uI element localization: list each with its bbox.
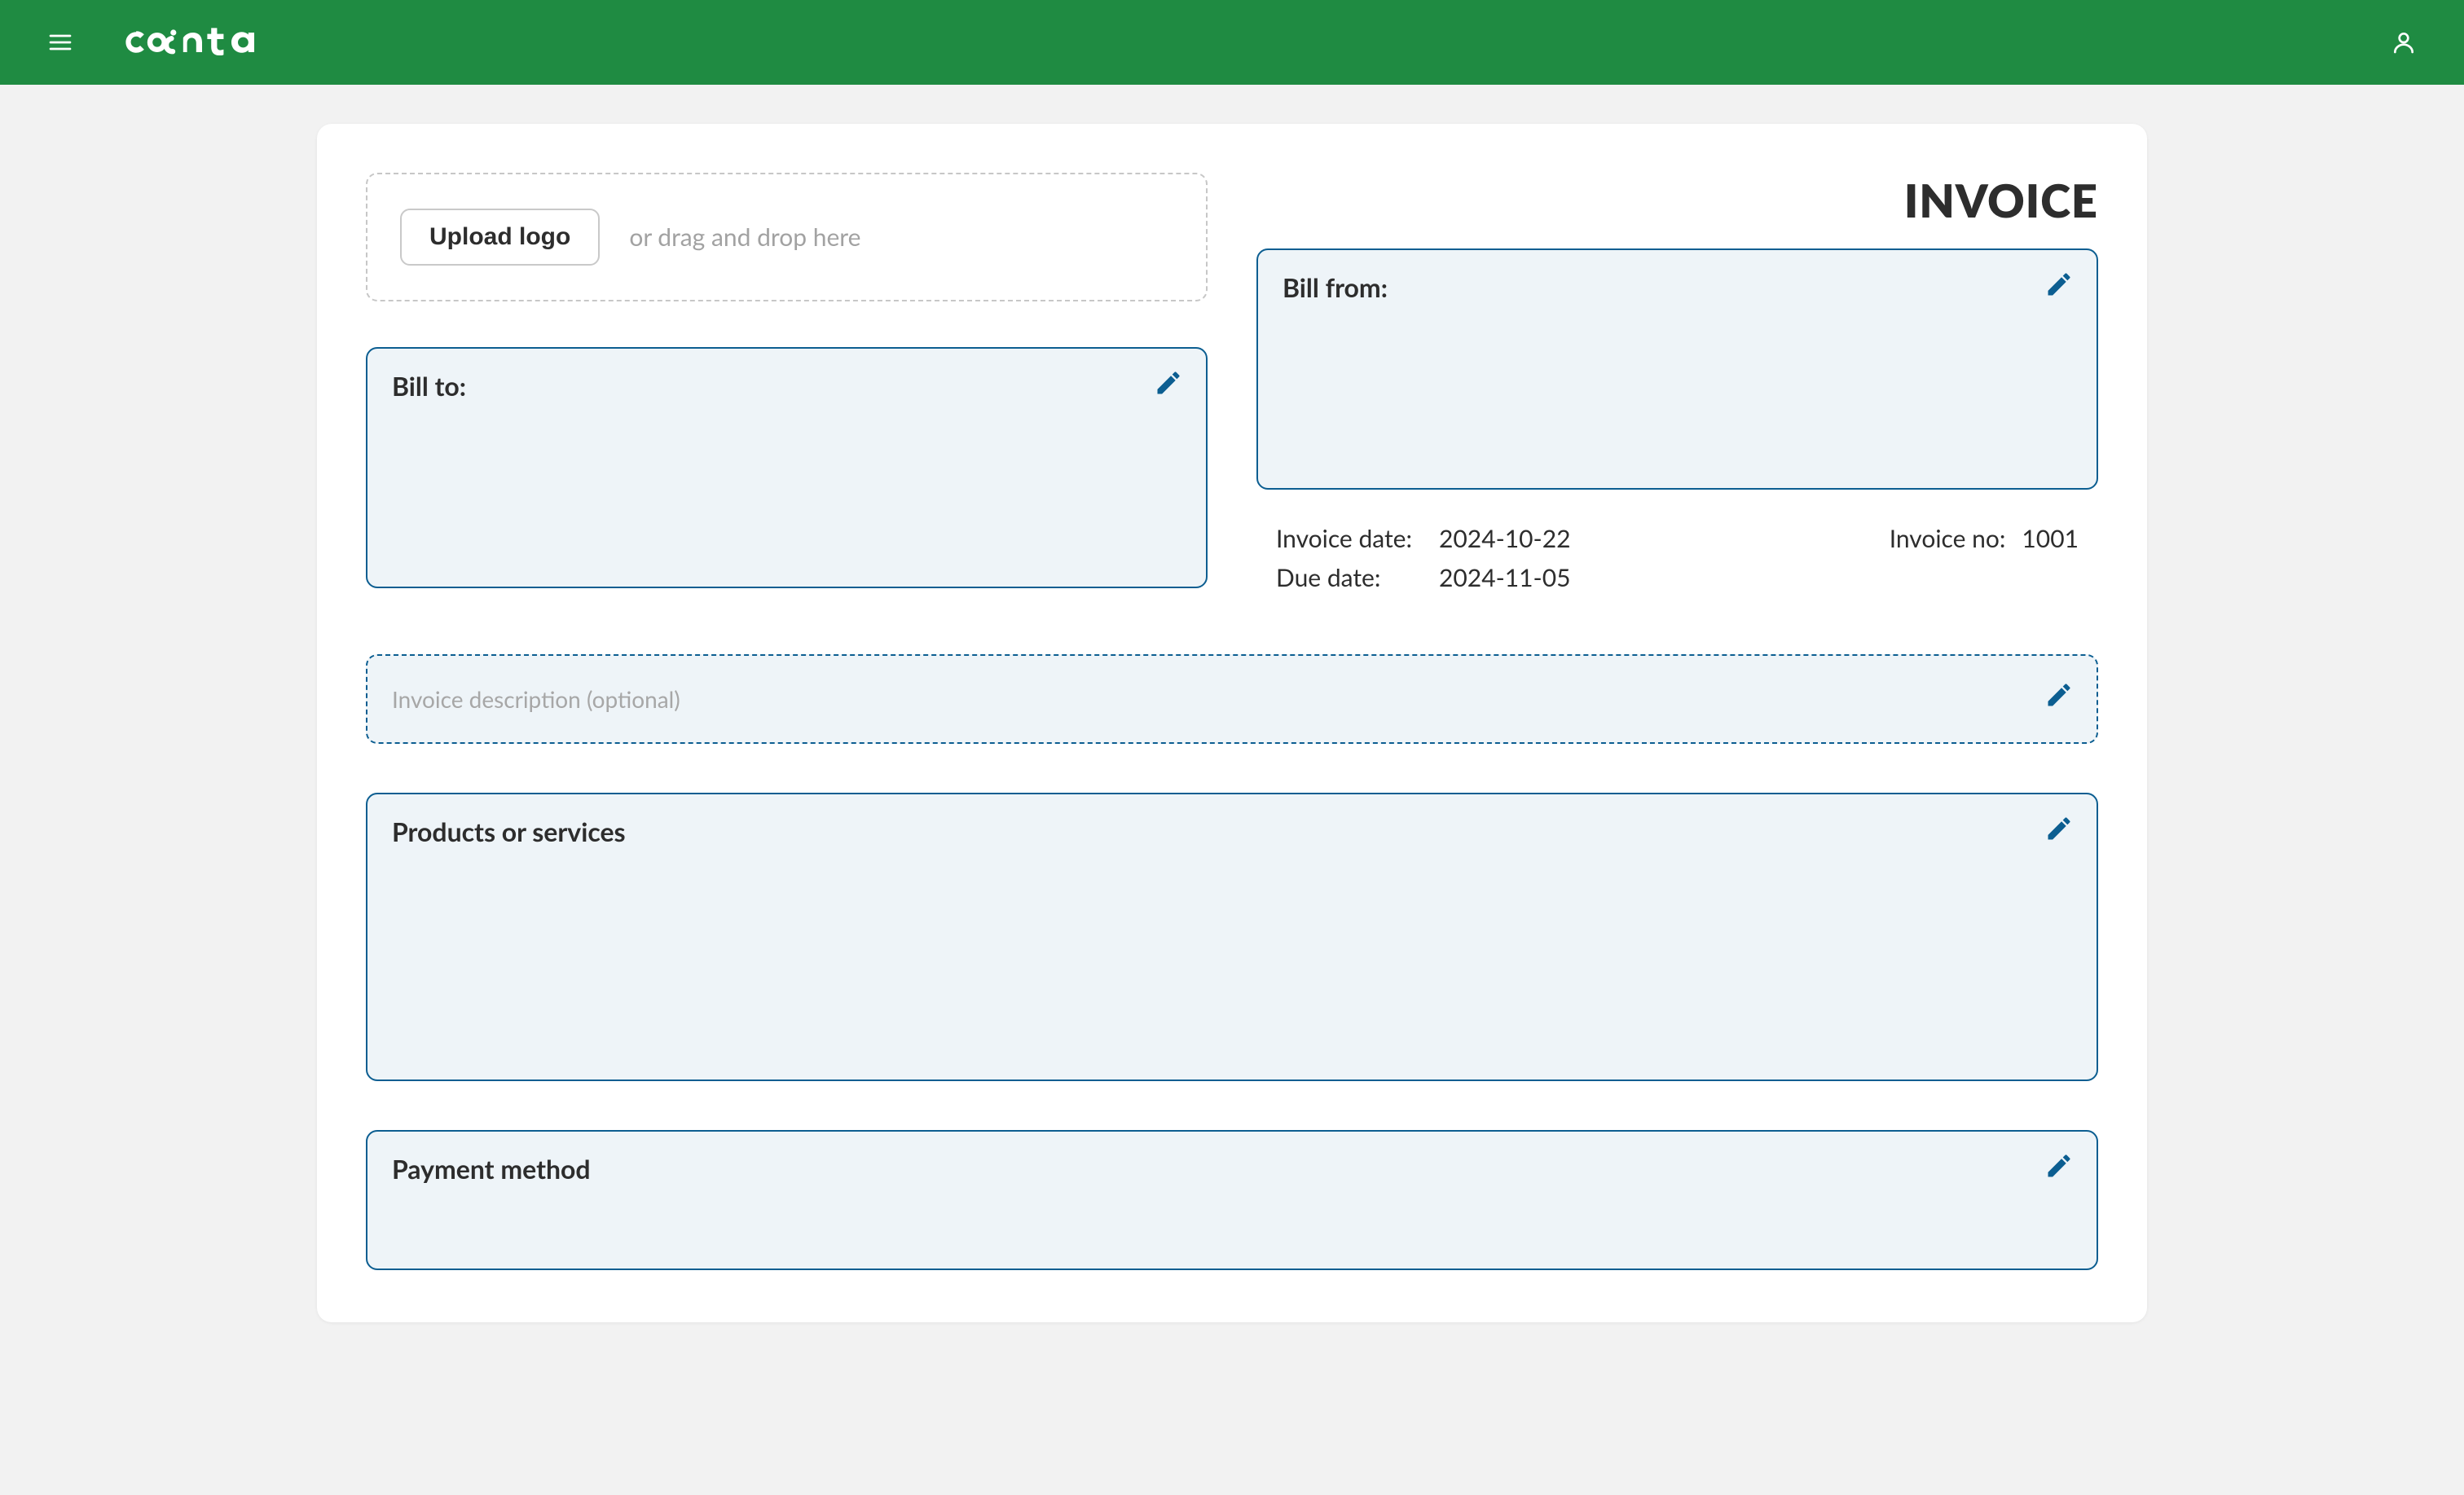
products-label: Products or services xyxy=(392,816,2072,847)
payment-method-panel[interactable]: Payment method xyxy=(366,1130,2098,1270)
invoice-no-label: Invoice no: xyxy=(1890,519,2006,558)
invoice-title: INVOICE xyxy=(1256,173,2098,227)
bill-from-label: Bill from: xyxy=(1283,271,2072,303)
bill-from-panel[interactable]: Bill from: xyxy=(1256,248,2098,490)
bill-to-panel[interactable]: Bill to: xyxy=(366,347,1208,588)
invoice-meta: Invoice date: 2024-10-22 Due date: 2024-… xyxy=(1256,519,2098,597)
invoice-date-value: 2024-10-22 xyxy=(1439,519,1571,558)
bill-to-label: Bill to: xyxy=(392,370,1181,402)
upload-logo-button[interactable]: Upload logo xyxy=(400,209,600,266)
invoice-description-panel[interactable]: Invoice description (optional) xyxy=(366,654,2098,744)
due-date-value: 2024-11-05 xyxy=(1439,558,1571,597)
top-row: Upload logo or drag and drop here Bill t… xyxy=(366,173,2098,597)
user-icon[interactable] xyxy=(2386,24,2422,60)
top-bar xyxy=(0,0,2464,85)
logo-upload-dropzone[interactable]: Upload logo or drag and drop here xyxy=(366,173,1208,301)
pencil-icon[interactable] xyxy=(2044,1151,2074,1181)
invoice-date-row: Invoice date: 2024-10-22 xyxy=(1276,519,1571,558)
pencil-icon[interactable] xyxy=(1154,368,1183,398)
due-date-label: Due date: xyxy=(1276,558,1423,597)
invoice-description-placeholder: Invoice description (optional) xyxy=(392,685,2072,713)
pencil-icon[interactable] xyxy=(2044,814,2074,843)
pencil-icon[interactable] xyxy=(2044,680,2074,710)
pencil-icon[interactable] xyxy=(2044,270,2074,299)
upload-hint-text: or drag and drop here xyxy=(629,222,860,252)
invoice-no-row: Invoice no: 1001 xyxy=(1890,519,2079,558)
invoice-meta-left: Invoice date: 2024-10-22 Due date: 2024-… xyxy=(1276,519,1571,597)
due-date-row: Due date: 2024-11-05 xyxy=(1276,558,1571,597)
invoice-card: Upload logo or drag and drop here Bill t… xyxy=(317,124,2147,1322)
page: Upload logo or drag and drop here Bill t… xyxy=(0,85,2464,1400)
menu-icon[interactable] xyxy=(42,24,78,60)
invoice-meta-right: Invoice no: 1001 xyxy=(1890,519,2079,597)
top-bar-left xyxy=(42,23,264,62)
products-panel[interactable]: Products or services xyxy=(366,793,2098,1081)
payment-method-label: Payment method xyxy=(392,1153,2072,1185)
top-right-column: INVOICE Bill from: Invoice date: 2024-10… xyxy=(1256,173,2098,597)
brand-logo xyxy=(121,23,264,62)
top-left-column: Upload logo or drag and drop here Bill t… xyxy=(366,173,1208,597)
invoice-no-value: 1001 xyxy=(2022,519,2079,558)
invoice-date-label: Invoice date: xyxy=(1276,519,1423,558)
